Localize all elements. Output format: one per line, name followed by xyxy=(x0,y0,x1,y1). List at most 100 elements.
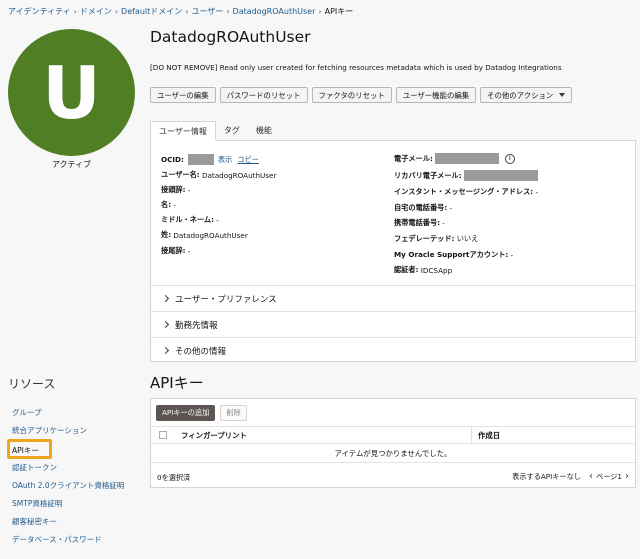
chevron-down-icon xyxy=(559,93,566,97)
chevron-right-icon xyxy=(161,320,170,329)
last-name-field: 姓: DatadogROAuthUser xyxy=(161,230,248,240)
last-name-value: DatadogROAuthUser xyxy=(173,230,248,240)
resource-auth-tokens[interactable]: 認証トークン xyxy=(12,462,57,473)
api-keys-table: APIキーの追加 削除 フィンガープリント 作成日 アイテムが見つかりませんでし… xyxy=(150,398,636,488)
resource-db-passwords[interactable]: データベース・パスワード xyxy=(12,534,102,545)
api-keys-title: APIキー xyxy=(150,374,204,392)
federated-label: フェデレーテッド: xyxy=(394,234,455,243)
prefix-value: - xyxy=(187,185,191,195)
breadcrumb-users[interactable]: ユーザー xyxy=(191,6,223,17)
accordion-work-info[interactable]: 勤務先情報 xyxy=(151,311,635,337)
email-masked xyxy=(434,153,499,164)
first-name-value: - xyxy=(173,200,176,210)
info-icon[interactable]: i xyxy=(504,153,515,164)
mobile-phone-field: 携帯電話番号: - xyxy=(394,218,445,228)
selected-count: 0を選択済 xyxy=(157,473,191,482)
email-label: 電子メール: xyxy=(394,153,433,163)
resource-smtp-credentials[interactable]: SMTP資格証明 xyxy=(12,498,62,509)
suffix-value: - xyxy=(187,246,191,256)
tab-capabilities[interactable]: 機能 xyxy=(248,121,280,141)
resource-oauth-credentials[interactable]: OAuth 2.0クライアント資格証明 xyxy=(12,480,124,491)
status-label: アクティブ xyxy=(51,160,92,169)
reset-factors-button[interactable]: ファクタのリセット xyxy=(311,87,392,103)
mobile-phone-label: 携帯電話番号: xyxy=(394,218,440,227)
resource-groups[interactable]: グループ xyxy=(12,407,42,418)
api-keys-toolbar: APIキーの追加 削除 xyxy=(156,405,247,421)
certifier-value: IDCSApp xyxy=(420,265,453,275)
pagination: 表示するAPIキーなし ‹ ページ1 › xyxy=(512,471,629,482)
reset-password-button[interactable]: パスワードのリセット xyxy=(219,87,308,103)
breadcrumb: アイデンティティ › ドメイン › Defaultドメイン › ユーザー › Datad… xyxy=(8,6,354,17)
user-info-panel: OCID: 表示 コピー ユーザー名: DatadogROAuthUser 接頭… xyxy=(150,140,636,362)
middle-name-field: ミドル・ネーム: - xyxy=(161,215,219,225)
empty-message: アイテムが見つかりませんでした。 xyxy=(334,449,452,458)
mos-account-value: - xyxy=(510,250,514,260)
middle-name-label: ミドル・ネーム: xyxy=(161,215,214,224)
ocid-label: OCID: xyxy=(161,155,184,164)
ocid-copy-link[interactable]: コピー xyxy=(237,155,259,165)
tab-user-info[interactable]: ユーザー情報 xyxy=(150,121,216,141)
recovery-email-field: リカバリ電子メール: xyxy=(394,170,538,181)
im-field: インスタント・メッセージング・アドレス: - xyxy=(394,187,538,197)
tab-bar: ユーザー情報 タグ 機能 xyxy=(150,121,280,141)
delete-button[interactable]: 削除 xyxy=(220,405,247,421)
accordion-user-preferences[interactable]: ユーザー・プリファレンス xyxy=(151,285,635,311)
resource-api-keys[interactable]: APIキー xyxy=(12,445,39,456)
home-phone-field: 自宅の電話番号: - xyxy=(394,203,452,213)
chevron-right-icon xyxy=(161,294,170,303)
username-label: ユーザー名: xyxy=(161,170,200,179)
certifier-field: 認証者: IDCSApp xyxy=(394,265,452,275)
suffix-label: 接尾辞: xyxy=(161,246,186,255)
suffix-field: 接尾辞: - xyxy=(161,246,190,256)
action-bar: ユーザーの編集 パスワードのリセット ファクタのリセット ユーザー機能の編集 そ… xyxy=(150,87,573,103)
showing-label: 表示するAPIキーなし xyxy=(512,471,581,481)
last-name-label: 姓: xyxy=(161,230,172,239)
username-value: DatadogROAuthUser xyxy=(201,170,277,180)
prev-page-icon[interactable]: ‹ xyxy=(589,471,593,482)
edit-user-button[interactable]: ユーザーの編集 xyxy=(150,87,216,103)
recovery-email-masked xyxy=(463,170,538,181)
avatar-initial: U xyxy=(42,50,101,135)
more-actions-button[interactable]: その他のアクション xyxy=(480,87,573,103)
user-description: [DO NOT REMOVE] Read only user created f… xyxy=(150,63,562,72)
im-value: - xyxy=(535,187,539,197)
prefix-field: 接頭辞: - xyxy=(161,185,190,195)
mobile-phone-value: - xyxy=(442,218,445,228)
middle-name-value: - xyxy=(216,215,219,225)
col-fingerprint[interactable]: フィンガープリント xyxy=(181,430,471,441)
select-all-checkbox[interactable] xyxy=(159,431,167,439)
next-page-icon[interactable]: › xyxy=(625,471,629,482)
ocid-field: OCID: 表示 コピー xyxy=(161,154,259,165)
page-title: DatadogROAuthUser xyxy=(150,28,311,46)
ocid-masked xyxy=(187,154,214,165)
resources-title: リソース xyxy=(8,377,56,391)
accordion-other-info[interactable]: その他の情報 xyxy=(151,337,635,363)
breadcrumb-domains[interactable]: ドメイン xyxy=(80,6,112,17)
chevron-right-icon xyxy=(161,346,170,355)
tab-tags[interactable]: タグ xyxy=(216,121,248,141)
username-field: ユーザー名: DatadogROAuthUser xyxy=(161,170,276,180)
breadcrumb-identity[interactable]: アイデンティティ xyxy=(8,6,71,17)
avatar: U xyxy=(8,29,135,156)
accordion-other-info-label: その他の情報 xyxy=(175,346,227,357)
table-header: フィンガープリント 作成日 xyxy=(151,426,635,444)
recovery-email-label: リカバリ電子メール: xyxy=(394,170,462,180)
prefix-label: 接頭辞: xyxy=(161,185,186,194)
mos-account-field: My Oracle Supportアカウント: - xyxy=(394,250,513,260)
edit-capabilities-button[interactable]: ユーザー機能の編集 xyxy=(395,87,477,103)
breadcrumb-user[interactable]: DatadogROAuthUser xyxy=(233,7,316,16)
federated-field: フェデレーテッド: いいえ xyxy=(394,234,478,244)
email-field: 電子メール: i xyxy=(394,153,515,164)
ocid-show-link[interactable]: 表示 xyxy=(218,155,232,165)
first-name-label: 名: xyxy=(161,200,172,209)
resource-integrated-apps[interactable]: 統合アプリケーション xyxy=(12,425,87,436)
resource-customer-secret-keys[interactable]: 顧客秘密キー xyxy=(12,516,57,527)
breadcrumb-default-domain[interactable]: Defaultドメイン xyxy=(121,6,182,17)
home-phone-value: - xyxy=(449,203,453,213)
certifier-label: 認証者: xyxy=(394,265,419,274)
im-label: インスタント・メッセージング・アドレス: xyxy=(394,187,534,196)
add-api-key-button[interactable]: APIキーの追加 xyxy=(156,405,216,421)
more-actions-label: その他のアクション xyxy=(487,90,554,100)
accordion-work-info-label: 勤務先情報 xyxy=(175,320,218,331)
col-created[interactable]: 作成日 xyxy=(478,430,500,441)
